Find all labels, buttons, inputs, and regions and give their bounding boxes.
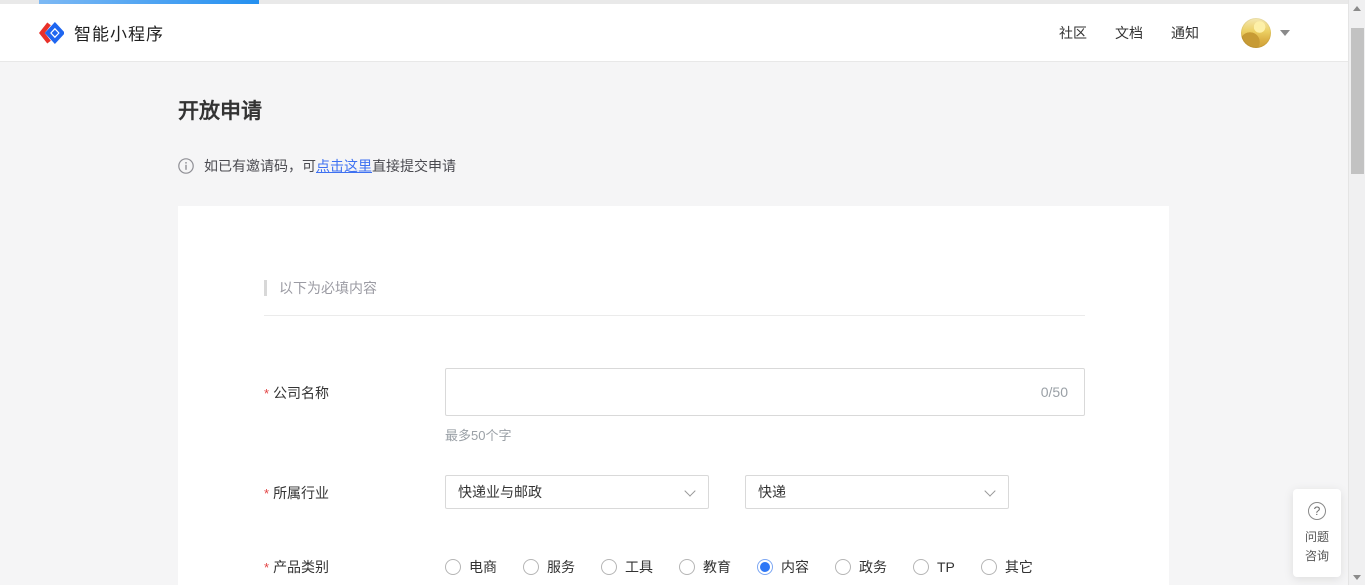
industry-selects: 快递业与邮政 快递 bbox=[445, 475, 1009, 509]
required-section-header: 以下为必填内容 bbox=[264, 278, 1085, 298]
radio-option-tools[interactable]: 工具 bbox=[601, 557, 653, 577]
company-name-label: * 公司名称 bbox=[264, 368, 445, 444]
radio-label: TP bbox=[937, 559, 955, 575]
product-category-label-text: 产品类别 bbox=[273, 559, 329, 575]
industry-secondary-value: 快递 bbox=[758, 482, 786, 502]
industry-primary-value: 快递业与邮政 bbox=[458, 482, 542, 502]
header-nav: 社区 文档 通知 bbox=[1059, 23, 1199, 43]
info-icon bbox=[178, 158, 194, 174]
application-form-card: 以下为必填内容 * 公司名称 0/50 最多50个字 * 所属行业 快递业与邮政 bbox=[178, 206, 1169, 585]
top-strip bbox=[0, 0, 1348, 4]
company-name-row: * 公司名称 0/50 最多50个字 bbox=[264, 368, 1085, 444]
help-widget-line1: 问题 bbox=[1293, 528, 1341, 547]
radio-option-education[interactable]: 教育 bbox=[679, 557, 731, 577]
section-title: 以下为必填内容 bbox=[279, 278, 377, 298]
radio-option-tp[interactable]: TP bbox=[913, 559, 955, 575]
product-category-label: * 产品类别 bbox=[264, 557, 445, 577]
brand-name: 智能小程序 bbox=[74, 20, 164, 45]
notice-suffix: 直接提交申请 bbox=[372, 158, 456, 174]
industry-primary-select[interactable]: 快递业与邮政 bbox=[445, 475, 709, 509]
brand-logo-icon bbox=[38, 20, 64, 46]
nav-item-community[interactable]: 社区 bbox=[1059, 23, 1087, 43]
page-title: 开放申请 bbox=[178, 95, 262, 125]
radio-icon[interactable] bbox=[679, 559, 695, 575]
divider bbox=[264, 315, 1085, 316]
invite-code-notice: 如已有邀请码，可点击这里直接提交申请 bbox=[178, 156, 456, 176]
scrollbar-up-arrow[interactable] bbox=[1349, 0, 1365, 17]
section-marker-bar bbox=[264, 280, 267, 296]
required-asterisk: * bbox=[264, 486, 269, 501]
app-header: 智能小程序 社区 文档 通知 bbox=[0, 4, 1348, 62]
invite-code-link[interactable]: 点击这里 bbox=[316, 158, 372, 174]
char-counter: 0/50 bbox=[1041, 384, 1068, 400]
help-consultation-widget[interactable]: ? 问题 咨询 bbox=[1293, 489, 1341, 577]
radio-icon[interactable] bbox=[835, 559, 851, 575]
notice-prefix: 如已有邀请码，可 bbox=[204, 158, 316, 174]
radio-option-service[interactable]: 服务 bbox=[523, 557, 575, 577]
radio-label: 服务 bbox=[547, 557, 575, 577]
company-name-input-wrap: 0/50 bbox=[445, 368, 1085, 416]
radio-label: 内容 bbox=[781, 557, 809, 577]
radio-option-government[interactable]: 政务 bbox=[835, 557, 887, 577]
industry-secondary-select[interactable]: 快递 bbox=[745, 475, 1009, 509]
user-menu[interactable] bbox=[1241, 18, 1290, 48]
radio-option-ecommerce[interactable]: 电商 bbox=[445, 557, 497, 577]
radio-label: 工具 bbox=[625, 557, 653, 577]
radio-label: 教育 bbox=[703, 557, 731, 577]
product-category-radio-group: 电商 服务 工具 教育 内容 bbox=[445, 557, 1033, 577]
company-name-control: 0/50 最多50个字 bbox=[445, 368, 1085, 444]
industry-label-text: 所属行业 bbox=[273, 485, 329, 501]
chevron-down-icon bbox=[1280, 30, 1290, 36]
scrollbar-down-arrow[interactable] bbox=[1349, 568, 1365, 585]
radio-icon[interactable] bbox=[445, 559, 461, 575]
radio-option-content[interactable]: 内容 bbox=[757, 557, 809, 577]
radio-icon[interactable] bbox=[981, 559, 997, 575]
radio-label: 其它 bbox=[1005, 557, 1033, 577]
radio-label: 电商 bbox=[469, 557, 497, 577]
page-loading-bar bbox=[39, 0, 259, 4]
industry-label: * 所属行业 bbox=[264, 475, 445, 509]
radio-option-other[interactable]: 其它 bbox=[981, 557, 1033, 577]
company-name-hint: 最多50个字 bbox=[445, 425, 1085, 444]
nav-item-docs[interactable]: 文档 bbox=[1115, 23, 1143, 43]
page-container: 智能小程序 社区 文档 通知 开放申请 如已有邀请码，可点击这里直接提交申请 以… bbox=[0, 0, 1348, 585]
scrollbar-thumb[interactable] bbox=[1351, 28, 1364, 174]
company-name-input[interactable] bbox=[446, 369, 1084, 415]
vertical-scrollbar[interactable] bbox=[1348, 0, 1365, 585]
radio-icon[interactable] bbox=[601, 559, 617, 575]
help-widget-line2: 咨询 bbox=[1293, 547, 1341, 566]
product-category-row: * 产品类别 电商 服务 工具 教育 bbox=[264, 557, 1085, 577]
user-avatar[interactable] bbox=[1241, 18, 1271, 48]
required-asterisk: * bbox=[264, 386, 269, 401]
brand-home-link[interactable]: 智能小程序 bbox=[38, 20, 164, 46]
radio-label: 政务 bbox=[859, 557, 887, 577]
industry-row: * 所属行业 快递业与邮政 快递 bbox=[264, 475, 1085, 509]
chevron-down-icon bbox=[984, 485, 995, 496]
chevron-down-icon bbox=[684, 485, 695, 496]
notice-text: 如已有邀请码，可点击这里直接提交申请 bbox=[204, 156, 456, 176]
radio-icon[interactable] bbox=[913, 559, 929, 575]
company-name-label-text: 公司名称 bbox=[273, 385, 329, 401]
required-asterisk: * bbox=[264, 560, 269, 575]
radio-icon[interactable] bbox=[523, 559, 539, 575]
question-circle-icon: ? bbox=[1308, 502, 1326, 520]
nav-item-notifications[interactable]: 通知 bbox=[1171, 23, 1199, 43]
radio-icon-checked[interactable] bbox=[757, 559, 773, 575]
